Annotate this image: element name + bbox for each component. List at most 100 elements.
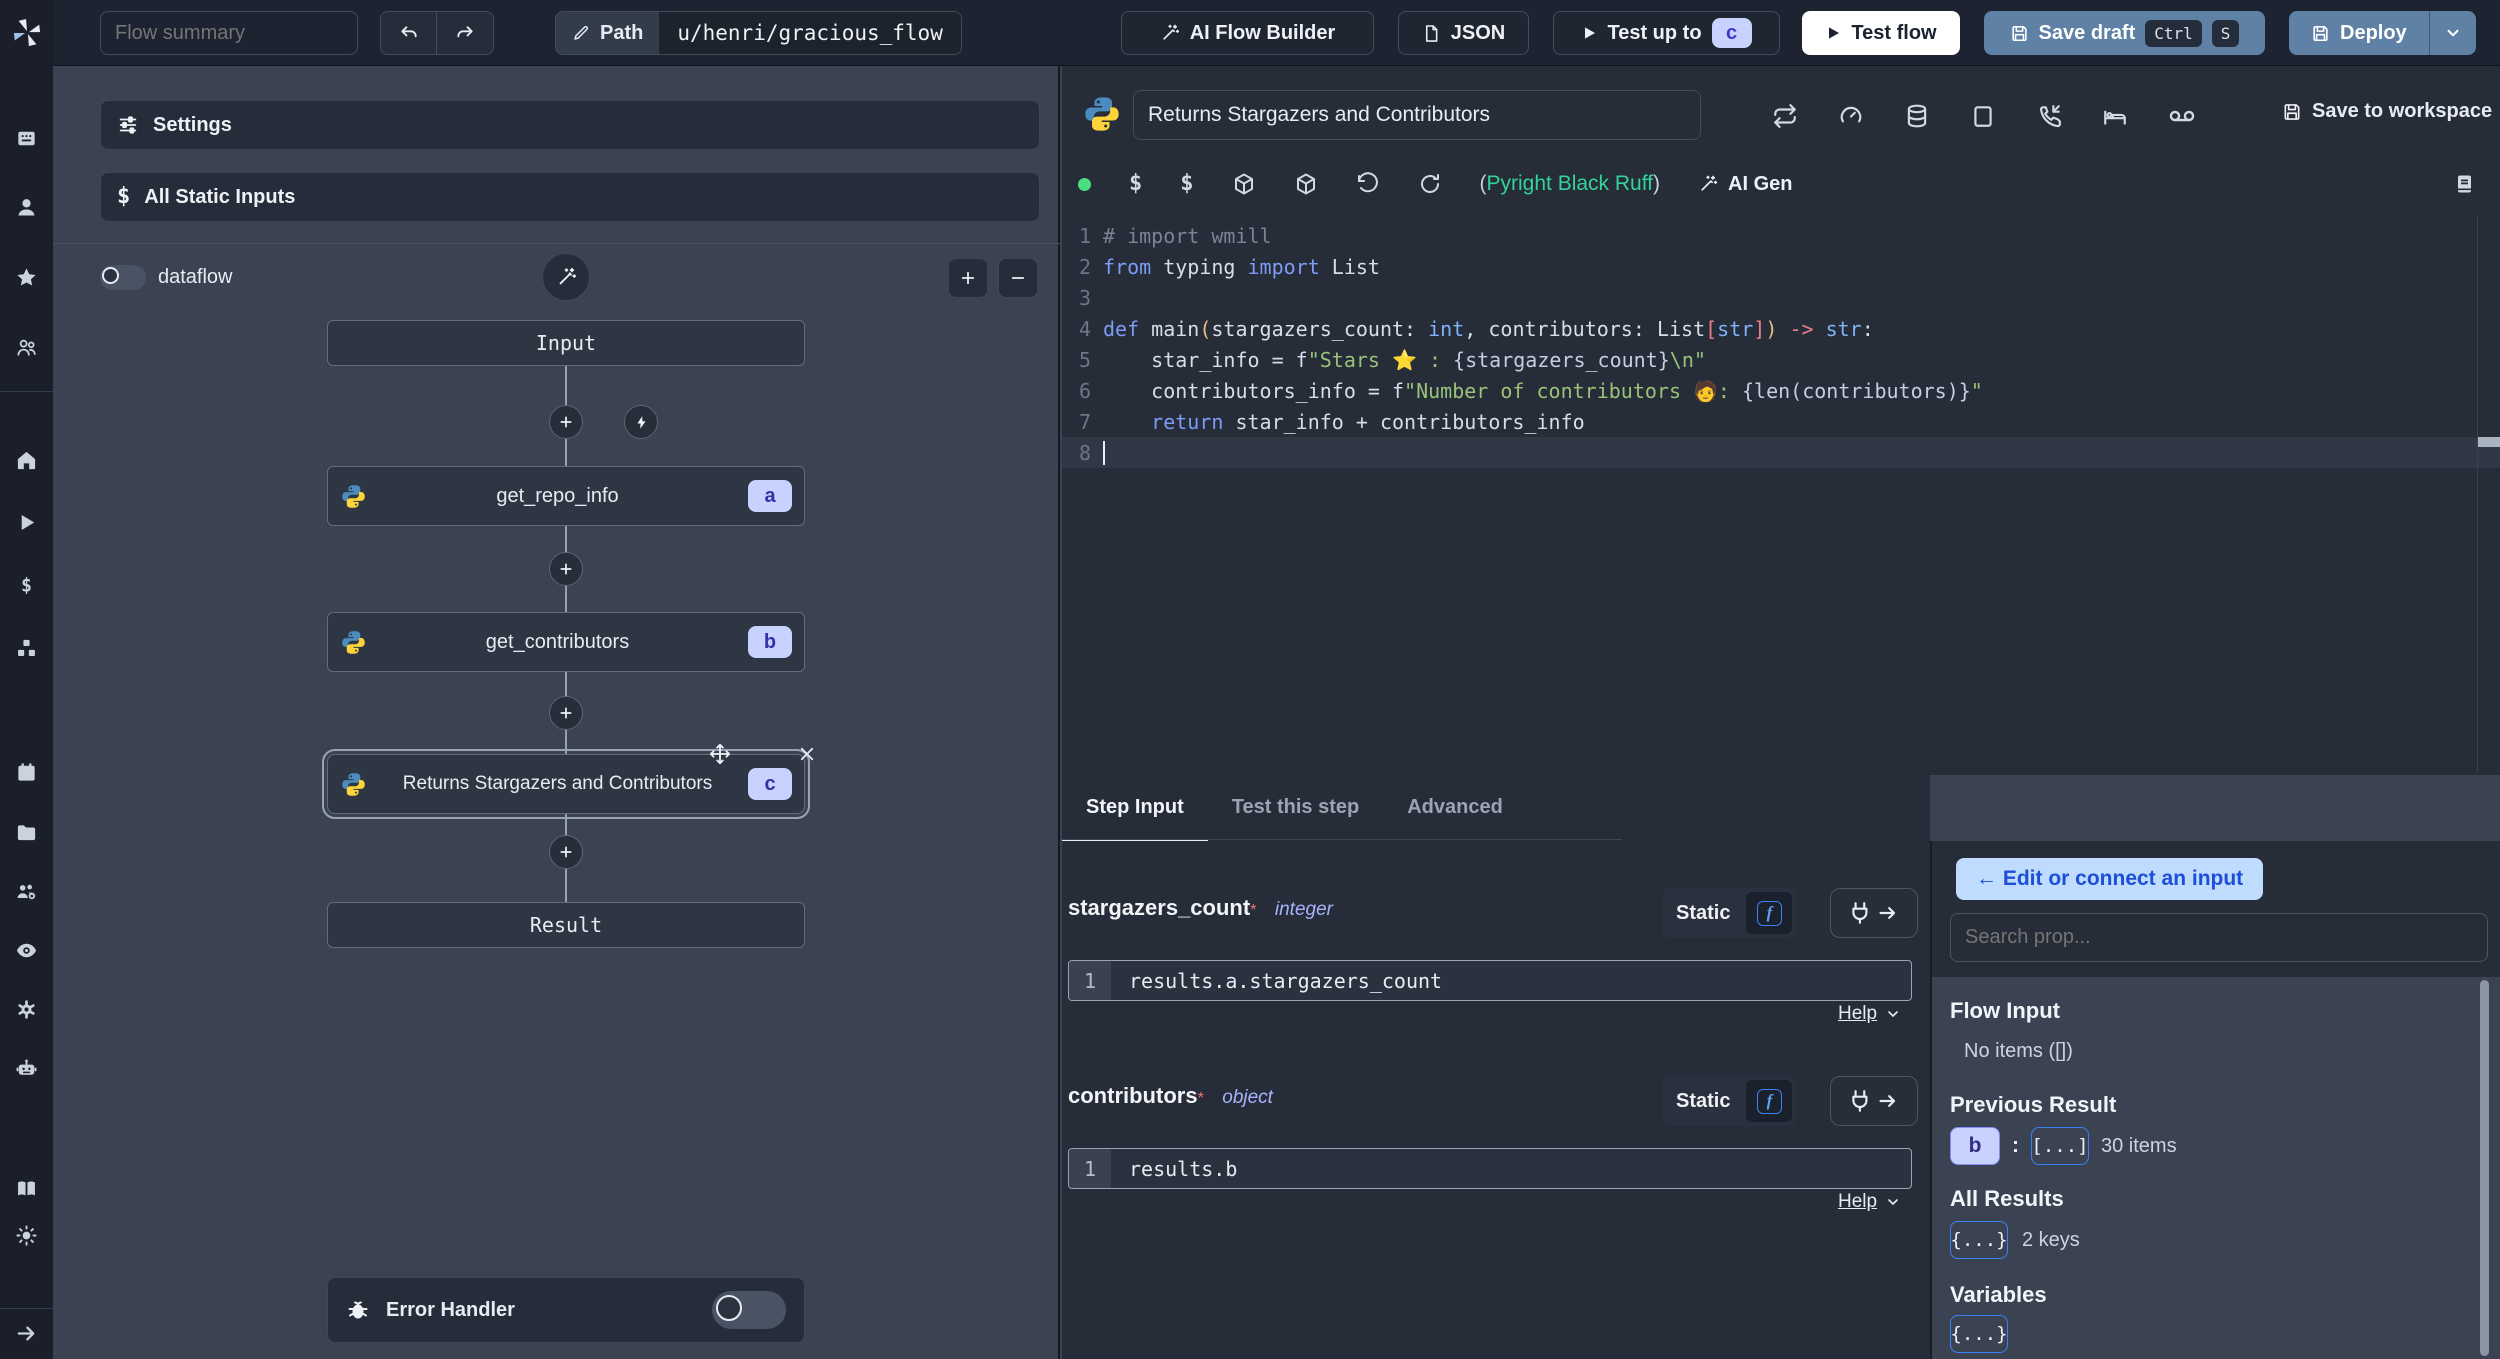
expand-sidebar-icon[interactable] bbox=[0, 1315, 53, 1351]
collapsed-object-chip[interactable]: {...} bbox=[1950, 1221, 2008, 1259]
mock-icon[interactable] bbox=[1970, 103, 1996, 129]
home-icon[interactable] bbox=[0, 442, 53, 478]
ai-icon[interactable] bbox=[0, 1050, 53, 1086]
expression-input[interactable]: 1 results.b bbox=[1068, 1148, 1912, 1189]
expr-mode-segment[interactable]: f bbox=[1746, 1080, 1793, 1122]
previous-result-step-badge[interactable]: b bbox=[1950, 1127, 2000, 1165]
delete-step-button[interactable] bbox=[797, 744, 817, 764]
prop-picker-list: Flow Input No items ([]) Previous Result… bbox=[1932, 977, 2500, 1359]
cache-database-icon[interactable] bbox=[1904, 103, 1930, 129]
connect-input-button[interactable] bbox=[1830, 888, 1918, 938]
resources-icon[interactable] bbox=[0, 630, 53, 666]
app-logo[interactable] bbox=[0, 0, 53, 66]
connect-input-button[interactable] bbox=[1830, 1076, 1918, 1126]
code-line-2[interactable]: 2 from typing import List bbox=[1062, 251, 2500, 282]
trigger-button[interactable] bbox=[624, 405, 658, 439]
move-step-handle[interactable] bbox=[708, 742, 732, 766]
error-handler-toggle[interactable] bbox=[712, 1291, 786, 1329]
deploy-button[interactable]: Deploy bbox=[2289, 11, 2429, 55]
expr-mode-segment[interactable]: f bbox=[1746, 892, 1793, 934]
save-to-workspace-button[interactable]: Save to workspace bbox=[2282, 100, 2492, 123]
edit-or-connect-button[interactable]: ← Edit or connect an input bbox=[1956, 858, 2264, 900]
package-icon[interactable] bbox=[1232, 172, 1256, 196]
collapsed-array-chip[interactable]: [...] bbox=[2031, 1127, 2089, 1165]
path-chip[interactable]: Path u/henri/gracious_flow bbox=[555, 11, 962, 55]
retries-icon[interactable] bbox=[1772, 103, 1798, 129]
add-step-button[interactable] bbox=[549, 835, 583, 869]
zoom-out-button[interactable] bbox=[998, 258, 1038, 298]
settings-icon[interactable] bbox=[0, 991, 53, 1027]
early-stop-gauge-icon[interactable] bbox=[1838, 103, 1864, 129]
code-line-6[interactable]: 6 contributors_info = f"Number of contri… bbox=[1062, 375, 2500, 406]
flow-node-result[interactable]: Result bbox=[327, 902, 805, 948]
workers-icon[interactable] bbox=[0, 873, 53, 909]
code-line-4[interactable]: 4 def main(stargazers_count: int, contrib… bbox=[1062, 313, 2500, 344]
test-up-to-button[interactable]: Test up to c bbox=[1553, 11, 1780, 55]
variables-heading: Variables bbox=[1950, 1282, 2047, 1307]
user-icon[interactable] bbox=[0, 189, 53, 225]
lifetime-voicemail-icon[interactable] bbox=[2168, 102, 2196, 130]
tab-step-input[interactable]: Step Input bbox=[1062, 775, 1208, 841]
add-step-button[interactable] bbox=[549, 696, 583, 730]
folders-icon[interactable] bbox=[0, 814, 53, 850]
reload-icon[interactable] bbox=[1418, 172, 1442, 196]
save-draft-button[interactable]: Save draft Ctrl S bbox=[1984, 11, 2265, 55]
error-handler-node[interactable]: Error Handler bbox=[327, 1277, 805, 1343]
code-assistants-status[interactable]: (Pyright Black Ruff) bbox=[1480, 172, 1661, 196]
favorites-icon[interactable] bbox=[0, 259, 53, 295]
theme-toggle-icon[interactable] bbox=[0, 1217, 53, 1253]
flow-node-step-b[interactable]: get_contributors b bbox=[327, 612, 805, 672]
props-scrollbar[interactable] bbox=[2480, 980, 2489, 1356]
groups-icon[interactable] bbox=[0, 329, 53, 365]
ai-wand-button[interactable] bbox=[542, 253, 590, 301]
reset-icon[interactable] bbox=[1356, 172, 1380, 196]
tab-test-this-step[interactable]: Test this step bbox=[1208, 775, 1383, 841]
static-expr-toggle[interactable]: Static f bbox=[1662, 1076, 1797, 1126]
schedules-icon[interactable] bbox=[0, 754, 53, 790]
code-line-5[interactable]: 5 star_info = f"Stars ⭐ : {stargazers_co… bbox=[1062, 344, 2500, 375]
code-editor[interactable]: 1 # import wmill 2 from typing import List 3… bbox=[1062, 215, 2500, 772]
code-line-8[interactable]: 8 bbox=[1062, 437, 2500, 468]
test-flow-button[interactable]: Test flow bbox=[1802, 11, 1960, 55]
audit-logs-icon[interactable] bbox=[0, 932, 53, 968]
code-line-7[interactable]: 7 return star_info + contributors_info bbox=[1062, 406, 2500, 437]
package-icon[interactable] bbox=[1294, 172, 1318, 196]
expression-input[interactable]: 1 results.a.stargazers_count bbox=[1068, 960, 1912, 1001]
flow-summary-input[interactable] bbox=[100, 11, 358, 55]
docs-icon[interactable] bbox=[0, 1170, 53, 1206]
zoom-in-button[interactable] bbox=[948, 258, 988, 298]
help-link[interactable]: Help bbox=[1838, 1003, 1901, 1025]
all-static-inputs-button[interactable]: $ All Static Inputs bbox=[100, 172, 1040, 222]
ai-flow-builder-button[interactable]: AI Flow Builder bbox=[1121, 11, 1374, 55]
flow-node-input[interactable]: Input bbox=[327, 320, 805, 366]
add-step-button[interactable] bbox=[549, 405, 583, 439]
prop-search-input[interactable] bbox=[1950, 913, 2488, 962]
variables-icon[interactable]: $ bbox=[0, 567, 53, 603]
editor-scrollbar-marker[interactable] bbox=[2478, 437, 2500, 447]
runs-icon[interactable] bbox=[0, 504, 53, 540]
code-line-3[interactable]: 3 bbox=[1062, 282, 2500, 313]
tab-advanced[interactable]: Advanced bbox=[1383, 775, 1527, 841]
editor-scrollbar-track[interactable] bbox=[2477, 215, 2478, 772]
static-expr-toggle[interactable]: Static f bbox=[1662, 888, 1797, 938]
flow-node-step-c-selected[interactable]: Returns Stargazers and Contributors c bbox=[322, 749, 810, 819]
ai-gen-button[interactable]: AI Gen bbox=[1698, 173, 1792, 196]
deploy-dropdown-button[interactable] bbox=[2428, 11, 2476, 55]
redo-button[interactable] bbox=[437, 12, 493, 54]
flow-settings-button[interactable]: Settings bbox=[100, 100, 1040, 150]
suspend-phone-icon[interactable] bbox=[2036, 103, 2062, 129]
help-link[interactable]: Help bbox=[1838, 1191, 1901, 1213]
undo-button[interactable] bbox=[381, 12, 437, 54]
sleep-bed-icon[interactable] bbox=[2102, 103, 2128, 129]
collapsed-object-chip[interactable]: {...} bbox=[1950, 1315, 2008, 1353]
json-button[interactable]: JSON bbox=[1398, 11, 1529, 55]
line-number: 4 bbox=[1078, 316, 1091, 341]
code-line-1[interactable]: 1 # import wmill bbox=[1062, 220, 2500, 251]
dataflow-toggle[interactable] bbox=[100, 265, 146, 290]
script-library-icon[interactable] bbox=[2452, 172, 2476, 196]
flow-node-step-a[interactable]: get_repo_info a bbox=[327, 466, 805, 526]
workspace-icon[interactable] bbox=[0, 120, 53, 156]
add-step-button[interactable] bbox=[549, 552, 583, 586]
step-title-input[interactable] bbox=[1133, 90, 1701, 140]
plug-arrow-icon bbox=[1848, 1088, 1900, 1114]
